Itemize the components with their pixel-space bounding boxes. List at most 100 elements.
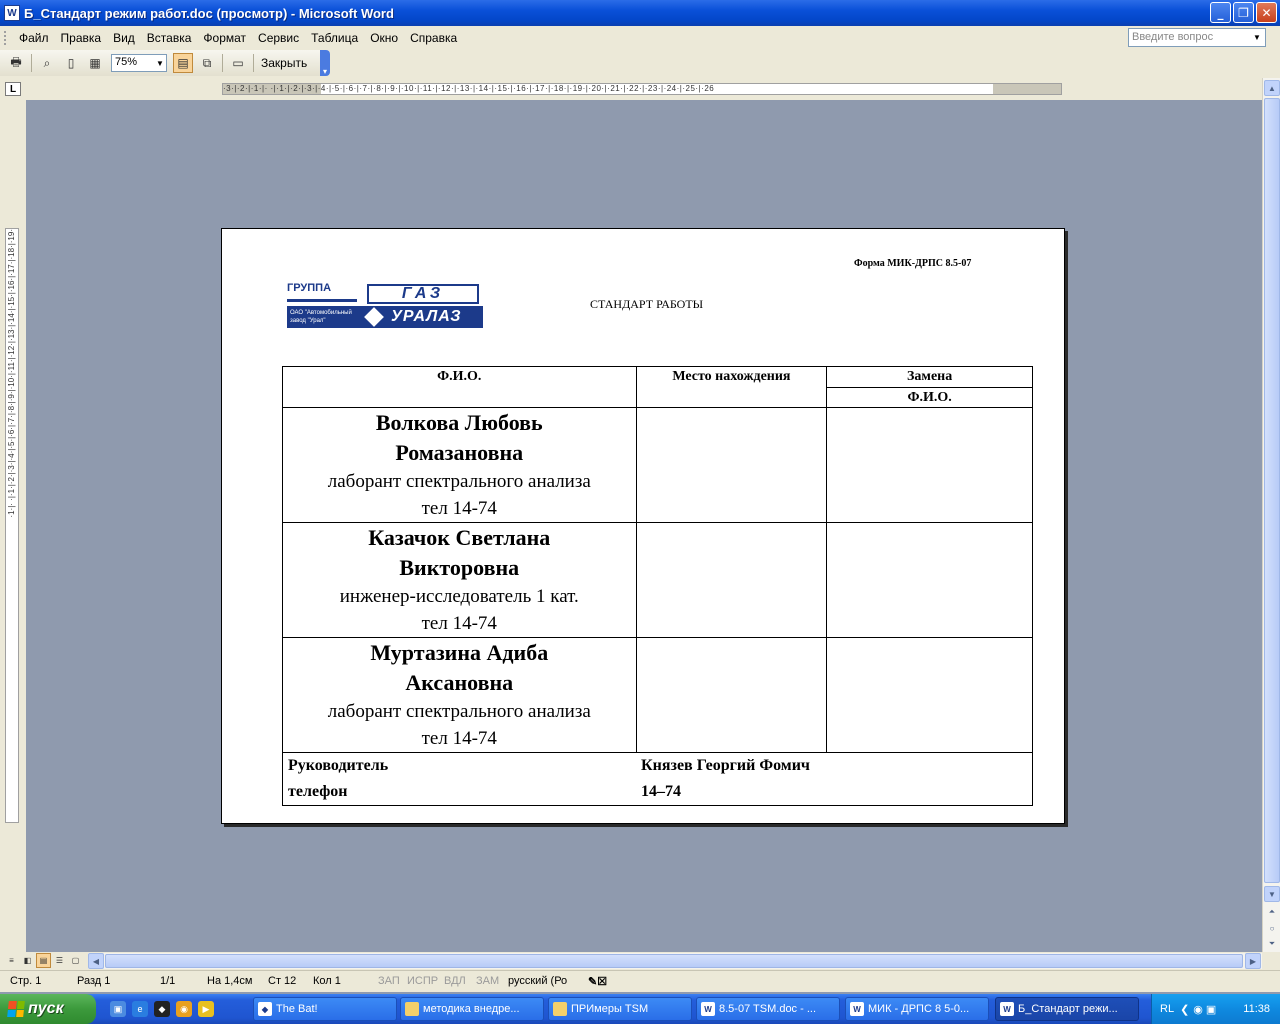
shrink-to-fit-icon[interactable]: ⧉ xyxy=(197,53,217,73)
clock: 11:38 xyxy=(1243,1003,1270,1015)
replacement-cell xyxy=(826,407,1033,523)
task-label: The Bat! xyxy=(276,1003,318,1015)
one-page-icon[interactable]: ▯ xyxy=(61,53,81,73)
horizontal-scrollbar[interactable]: ◀ ▶ xyxy=(88,953,1262,969)
close-preview-button[interactable]: Закрыть xyxy=(257,56,311,70)
person-phone: тел 14-74 xyxy=(421,498,497,519)
web-view-icon[interactable]: ◧ xyxy=(20,953,35,968)
browse-object-icon[interactable]: ○ xyxy=(1264,920,1280,936)
separator xyxy=(222,54,223,72)
task-folder-examples[interactable]: ПРИмеры TSM xyxy=(548,997,692,1021)
tray-app-icon[interactable]: ◉ xyxy=(1193,1003,1203,1016)
media-icon[interactable]: ◉ xyxy=(176,1001,192,1017)
menu-view[interactable]: Вид xyxy=(107,31,141,45)
menu-table[interactable]: Таблица xyxy=(305,31,364,45)
person-name: Аксановна xyxy=(405,670,514,695)
ask-question-input[interactable]: Введите вопрос ▼ xyxy=(1128,28,1266,47)
status-rec[interactable]: ЗАП xyxy=(378,975,400,987)
menu-edit[interactable]: Правка xyxy=(55,31,108,45)
start-label: пуск xyxy=(28,1000,64,1017)
person-name: Викторовна xyxy=(399,555,520,580)
toolbar-options-icon[interactable]: ▾ xyxy=(320,50,330,76)
scroll-left-icon[interactable]: ◀ xyxy=(88,953,104,969)
person-name: Муртазина Адиба xyxy=(370,640,549,665)
status-language[interactable]: русский (Ро xyxy=(508,975,567,987)
chevron-down-icon[interactable]: ▼ xyxy=(1250,30,1264,45)
task-word-standard[interactable]: W Б_Стандарт режи... xyxy=(995,997,1139,1021)
previous-page-icon[interactable]: ⏶ xyxy=(1264,904,1280,920)
company-logo: ГРУППА ГАЗ ОАО "Автомобильный завод "Ура… xyxy=(287,282,483,328)
full-screen-icon[interactable]: ▭ xyxy=(228,53,248,73)
print-icon[interactable]: 🖶 xyxy=(6,53,26,73)
network-icon[interactable]: ▣ xyxy=(1206,1003,1216,1016)
scroll-thumb[interactable] xyxy=(1264,98,1280,883)
status-position: На 1,4см xyxy=(207,975,253,987)
table-row: Казачок Светлана Викторовна инженер-иссл… xyxy=(282,522,1033,638)
magnifier-icon[interactable]: ⌕ xyxy=(37,53,57,73)
reading-view-icon[interactable]: ▢ xyxy=(68,953,83,968)
location-cell xyxy=(635,522,828,638)
word-icon[interactable]: W xyxy=(4,5,20,21)
chevron-down-icon[interactable]: ▼ xyxy=(154,55,166,71)
internet-explorer-icon[interactable]: e xyxy=(132,1001,148,1017)
menu-window[interactable]: Окно xyxy=(364,31,404,45)
normal-view-icon[interactable]: ≡ xyxy=(4,953,19,968)
person-phone: тел 14-74 xyxy=(421,613,497,634)
scroll-thumb[interactable] xyxy=(105,954,1243,968)
scroll-right-icon[interactable]: ▶ xyxy=(1245,953,1261,969)
person-name: Ромазановна xyxy=(395,440,524,465)
document-page[interactable]: Форма МИК-ДРПС 8.5-07 ГРУППА ГАЗ ОАО "Ав… xyxy=(221,228,1065,824)
spelling-status-icon[interactable]: ✎☒ xyxy=(588,975,607,988)
restore-button[interactable]: ❐ xyxy=(1233,2,1254,23)
word-icon: W xyxy=(850,1002,864,1016)
bat-icon[interactable]: ◆ xyxy=(154,1001,170,1017)
task-word-tsm[interactable]: W 8.5-07 TSM.doc - ... xyxy=(696,997,840,1021)
status-ovr[interactable]: ЗАМ xyxy=(476,975,499,987)
tray-expand-icon[interactable]: ❮ xyxy=(1180,1003,1189,1016)
print-preview-toolbar: 🖶 ⌕ ▯ ▦ 75% ▼ ▤ ⧉ ▭ Закрыть ▾ xyxy=(0,50,330,76)
minimize-button[interactable]: _ xyxy=(1210,2,1231,23)
menu-help[interactable]: Справка xyxy=(404,31,463,45)
status-ext[interactable]: ВДЛ xyxy=(444,975,466,987)
scroll-up-icon[interactable]: ▲ xyxy=(1264,80,1280,96)
footer-row: Руководитель телефон Князев Георгий Фоми… xyxy=(282,752,1034,806)
task-the-bat[interactable]: ◆ The Bat! xyxy=(253,997,397,1021)
task-folder-methodology[interactable]: методика внедре... xyxy=(400,997,544,1021)
status-line: Ст 12 xyxy=(268,975,297,987)
word-icon: W xyxy=(1000,1002,1014,1016)
person-position: лаборант спектрального анализа xyxy=(327,701,591,722)
horizontal-ruler[interactable]: ·3·|·2·|·1·|· ·|·1·|·2·|·3·|·4·|·5·|·6·|… xyxy=(222,83,1062,95)
view-ruler-icon[interactable]: ▤ xyxy=(173,53,193,73)
taskbar: пуск ▣ e ◆ ◉ ▶ ◆ The Bat! методика внедр… xyxy=(0,994,1280,1024)
task-word-mik[interactable]: W МИК - ДРПС 8 5-0... xyxy=(845,997,989,1021)
logo-diamond-icon xyxy=(364,307,384,327)
horizontal-scroll-row: ≡ ◧ ▤ ☰ ▢ ◀ ▶ xyxy=(0,952,1280,970)
language-indicator[interactable]: RL xyxy=(1160,1003,1174,1015)
print-layout-icon[interactable]: ▤ xyxy=(36,953,51,968)
vertical-scrollbar[interactable]: ▲ ▼ ⏶ ○ ⏷ xyxy=(1262,78,1280,952)
multiple-pages-icon[interactable]: ▦ xyxy=(85,53,105,73)
tab-selector[interactable]: L xyxy=(5,82,21,96)
player-icon[interactable]: ▶ xyxy=(198,1001,214,1017)
menu-insert[interactable]: Вставка xyxy=(141,31,198,45)
desktop-icon[interactable]: ▣ xyxy=(110,1001,126,1017)
person-name: Волкова Любовь xyxy=(375,410,543,435)
menu-grip[interactable] xyxy=(4,31,7,45)
logo-ural-text: УРАЛАЗ xyxy=(391,308,462,325)
location-cell xyxy=(635,407,828,523)
task-label: методика внедре... xyxy=(423,1003,520,1015)
close-window-button[interactable]: ✕ xyxy=(1256,2,1277,23)
next-page-icon[interactable]: ⏷ xyxy=(1264,936,1280,952)
zoom-select[interactable]: 75% ▼ xyxy=(111,54,167,72)
menu-tools[interactable]: Сервис xyxy=(252,31,305,45)
menu-format[interactable]: Формат xyxy=(197,31,252,45)
status-trk[interactable]: ИСПР xyxy=(407,975,438,987)
start-button[interactable]: пуск xyxy=(0,994,96,1024)
scroll-down-icon[interactable]: ▼ xyxy=(1264,886,1280,902)
windows-logo-icon xyxy=(7,1001,25,1017)
title-bar: W Б_Стандарт режим работ.doc (просмотр) … xyxy=(0,0,1280,26)
outline-view-icon[interactable]: ☰ xyxy=(52,953,67,968)
task-label: Б_Стандарт режи... xyxy=(1018,1003,1118,1015)
vertical-ruler[interactable]: ·1·|· ·|·1·|·2·|·3·|·4·|·5·|·6·|·7·|·8·|… xyxy=(5,228,19,823)
menu-file[interactable]: Файл xyxy=(13,31,55,45)
